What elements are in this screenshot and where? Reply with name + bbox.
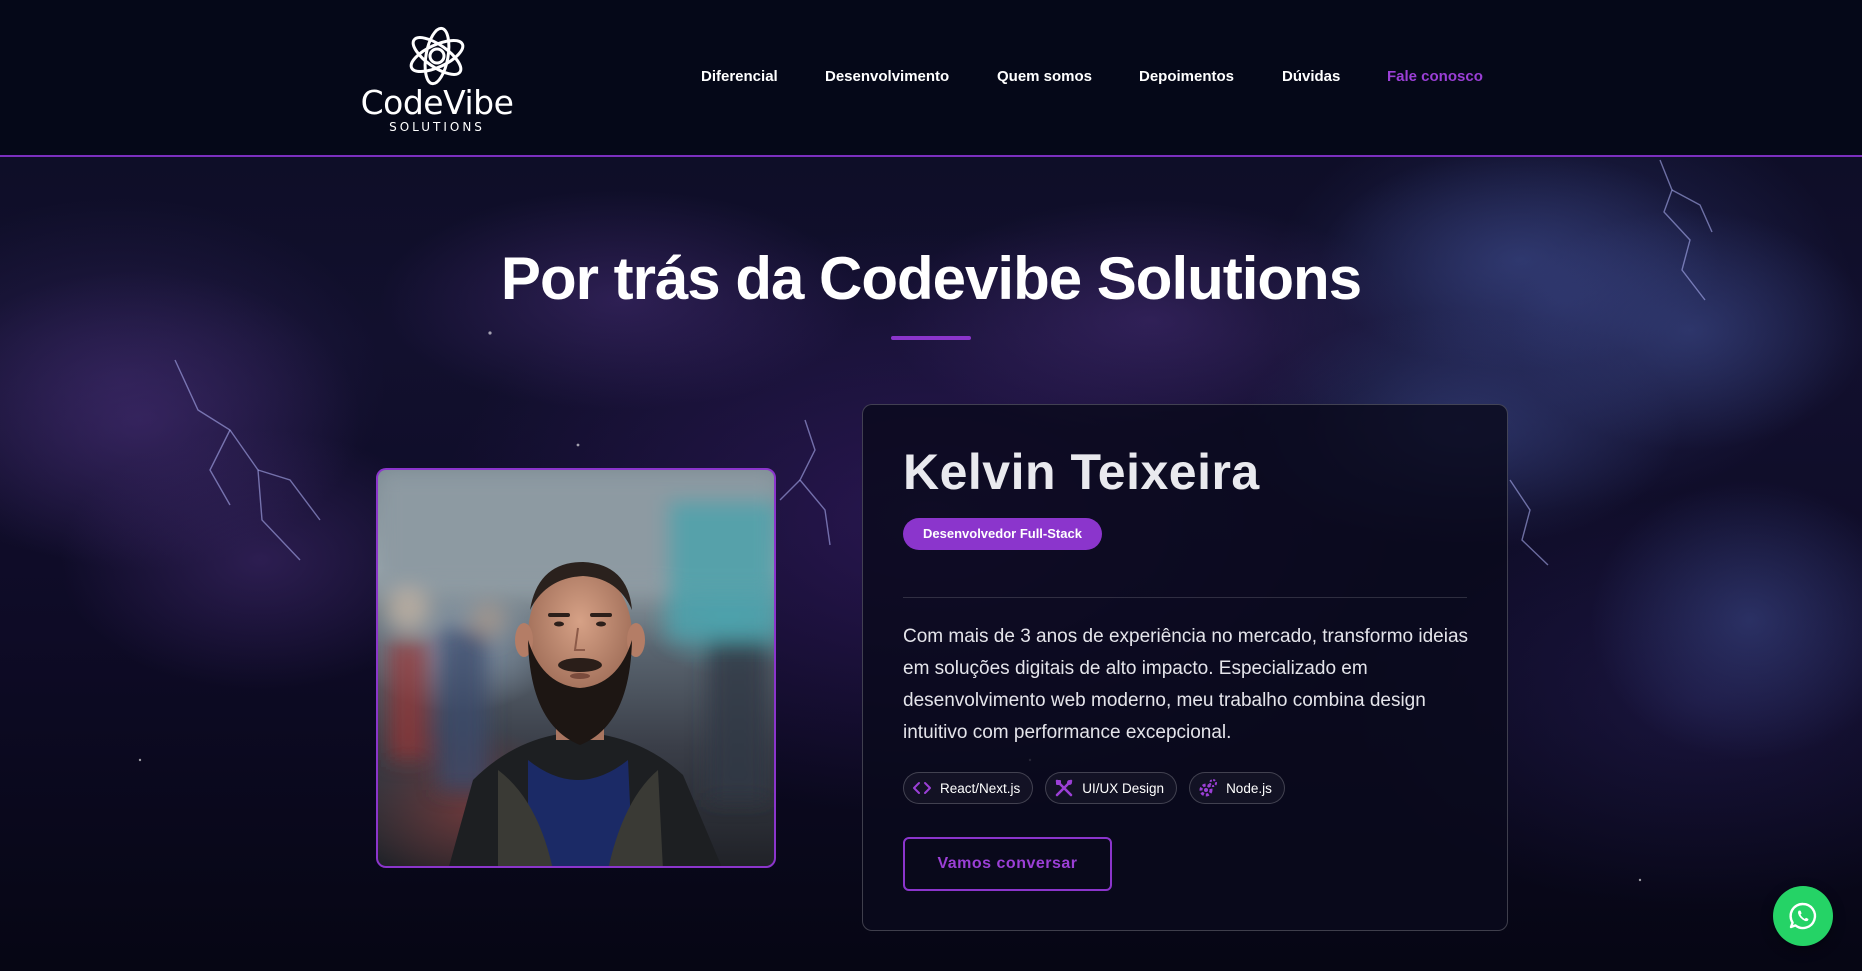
profile-name: Kelvin Teixeira: [903, 444, 1260, 500]
code-icon: [913, 782, 931, 794]
nav-item-quem-somos[interactable]: Quem somos: [997, 68, 1092, 85]
title-underline: [891, 336, 971, 340]
main-nav: Diferencial Desenvolvimento Quem somos D…: [0, 68, 1862, 92]
site-header: CodeVibe SOLUTIONS Diferencial Desenvolv…: [0, 0, 1862, 157]
profile-photo: [376, 468, 776, 868]
person-portrait-illustration: [378, 470, 774, 866]
skill-label: React/Next.js: [940, 780, 1021, 796]
nav-item-fale-conosco[interactable]: Fale conosco: [1387, 68, 1483, 85]
profile-card: Kelvin Teixeira Desenvolvedor Full-Stack…: [862, 404, 1508, 931]
whatsapp-icon: [1789, 902, 1817, 930]
card-divider: [903, 597, 1467, 598]
nav-item-diferencial[interactable]: Diferencial: [701, 68, 778, 85]
brand-tagline: SOLUTIONS: [389, 120, 485, 134]
skill-chip-node: Node.js: [1189, 772, 1285, 804]
nav-item-duvidas[interactable]: Dúvidas: [1282, 68, 1340, 85]
role-badge: Desenvolvedor Full-Stack: [903, 518, 1102, 550]
lets-talk-button[interactable]: Vamos conversar: [903, 837, 1112, 891]
skills-list: React/Next.js UI/UX Design Node.js: [903, 772, 1285, 804]
skill-label: UI/UX Design: [1082, 780, 1165, 796]
nav-item-depoimentos[interactable]: Depoimentos: [1139, 68, 1234, 85]
whatsapp-button[interactable]: [1773, 886, 1833, 946]
profile-bio: Com mais de 3 anos de experiência no mer…: [903, 626, 1469, 743]
design-tools-icon: [1055, 779, 1073, 797]
gears-icon: [1199, 779, 1218, 797]
nav-item-desenvolvimento[interactable]: Desenvolvimento: [825, 68, 949, 85]
section-title: Por trás da Codevibe Solutions: [500, 245, 1362, 312]
skill-chip-react: React/Next.js: [903, 772, 1034, 804]
skill-label: Node.js: [1226, 780, 1272, 796]
skill-chip-uiux: UI/UX Design: [1045, 772, 1178, 804]
